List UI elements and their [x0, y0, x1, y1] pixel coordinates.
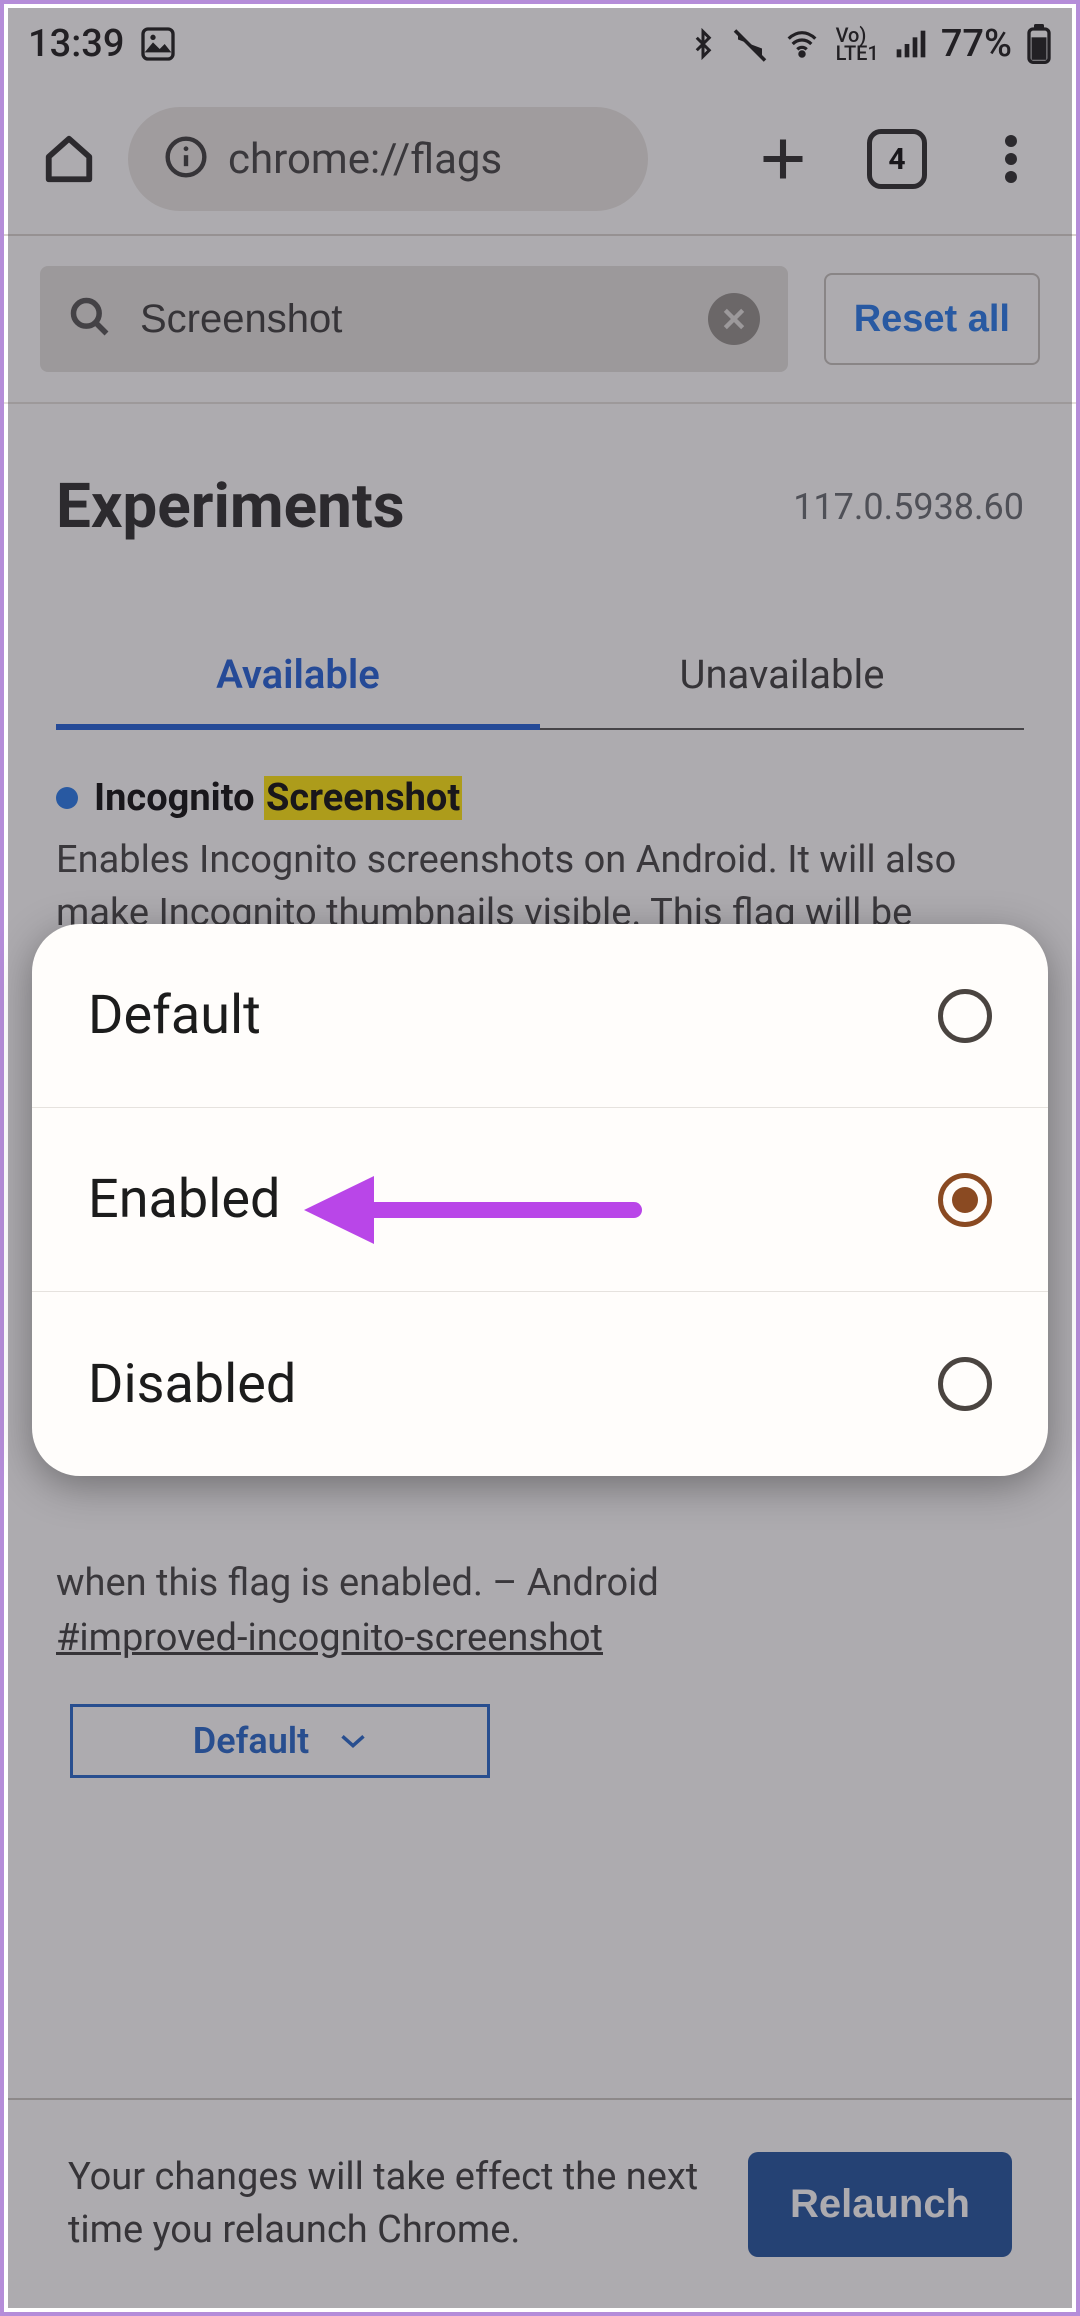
option-enabled[interactable]: Enabled: [32, 1108, 1048, 1292]
radio-selected-icon: [938, 1173, 992, 1227]
option-label: Default: [88, 984, 261, 1047]
option-label: Enabled: [88, 1168, 280, 1231]
flag-value-dialog: Default Enabled Disabled: [32, 924, 1048, 1476]
option-label: Disabled: [88, 1353, 296, 1416]
radio-unselected-icon: [938, 989, 992, 1043]
radio-unselected-icon: [938, 1357, 992, 1411]
option-default[interactable]: Default: [32, 924, 1048, 1108]
option-disabled[interactable]: Disabled: [32, 1292, 1048, 1476]
